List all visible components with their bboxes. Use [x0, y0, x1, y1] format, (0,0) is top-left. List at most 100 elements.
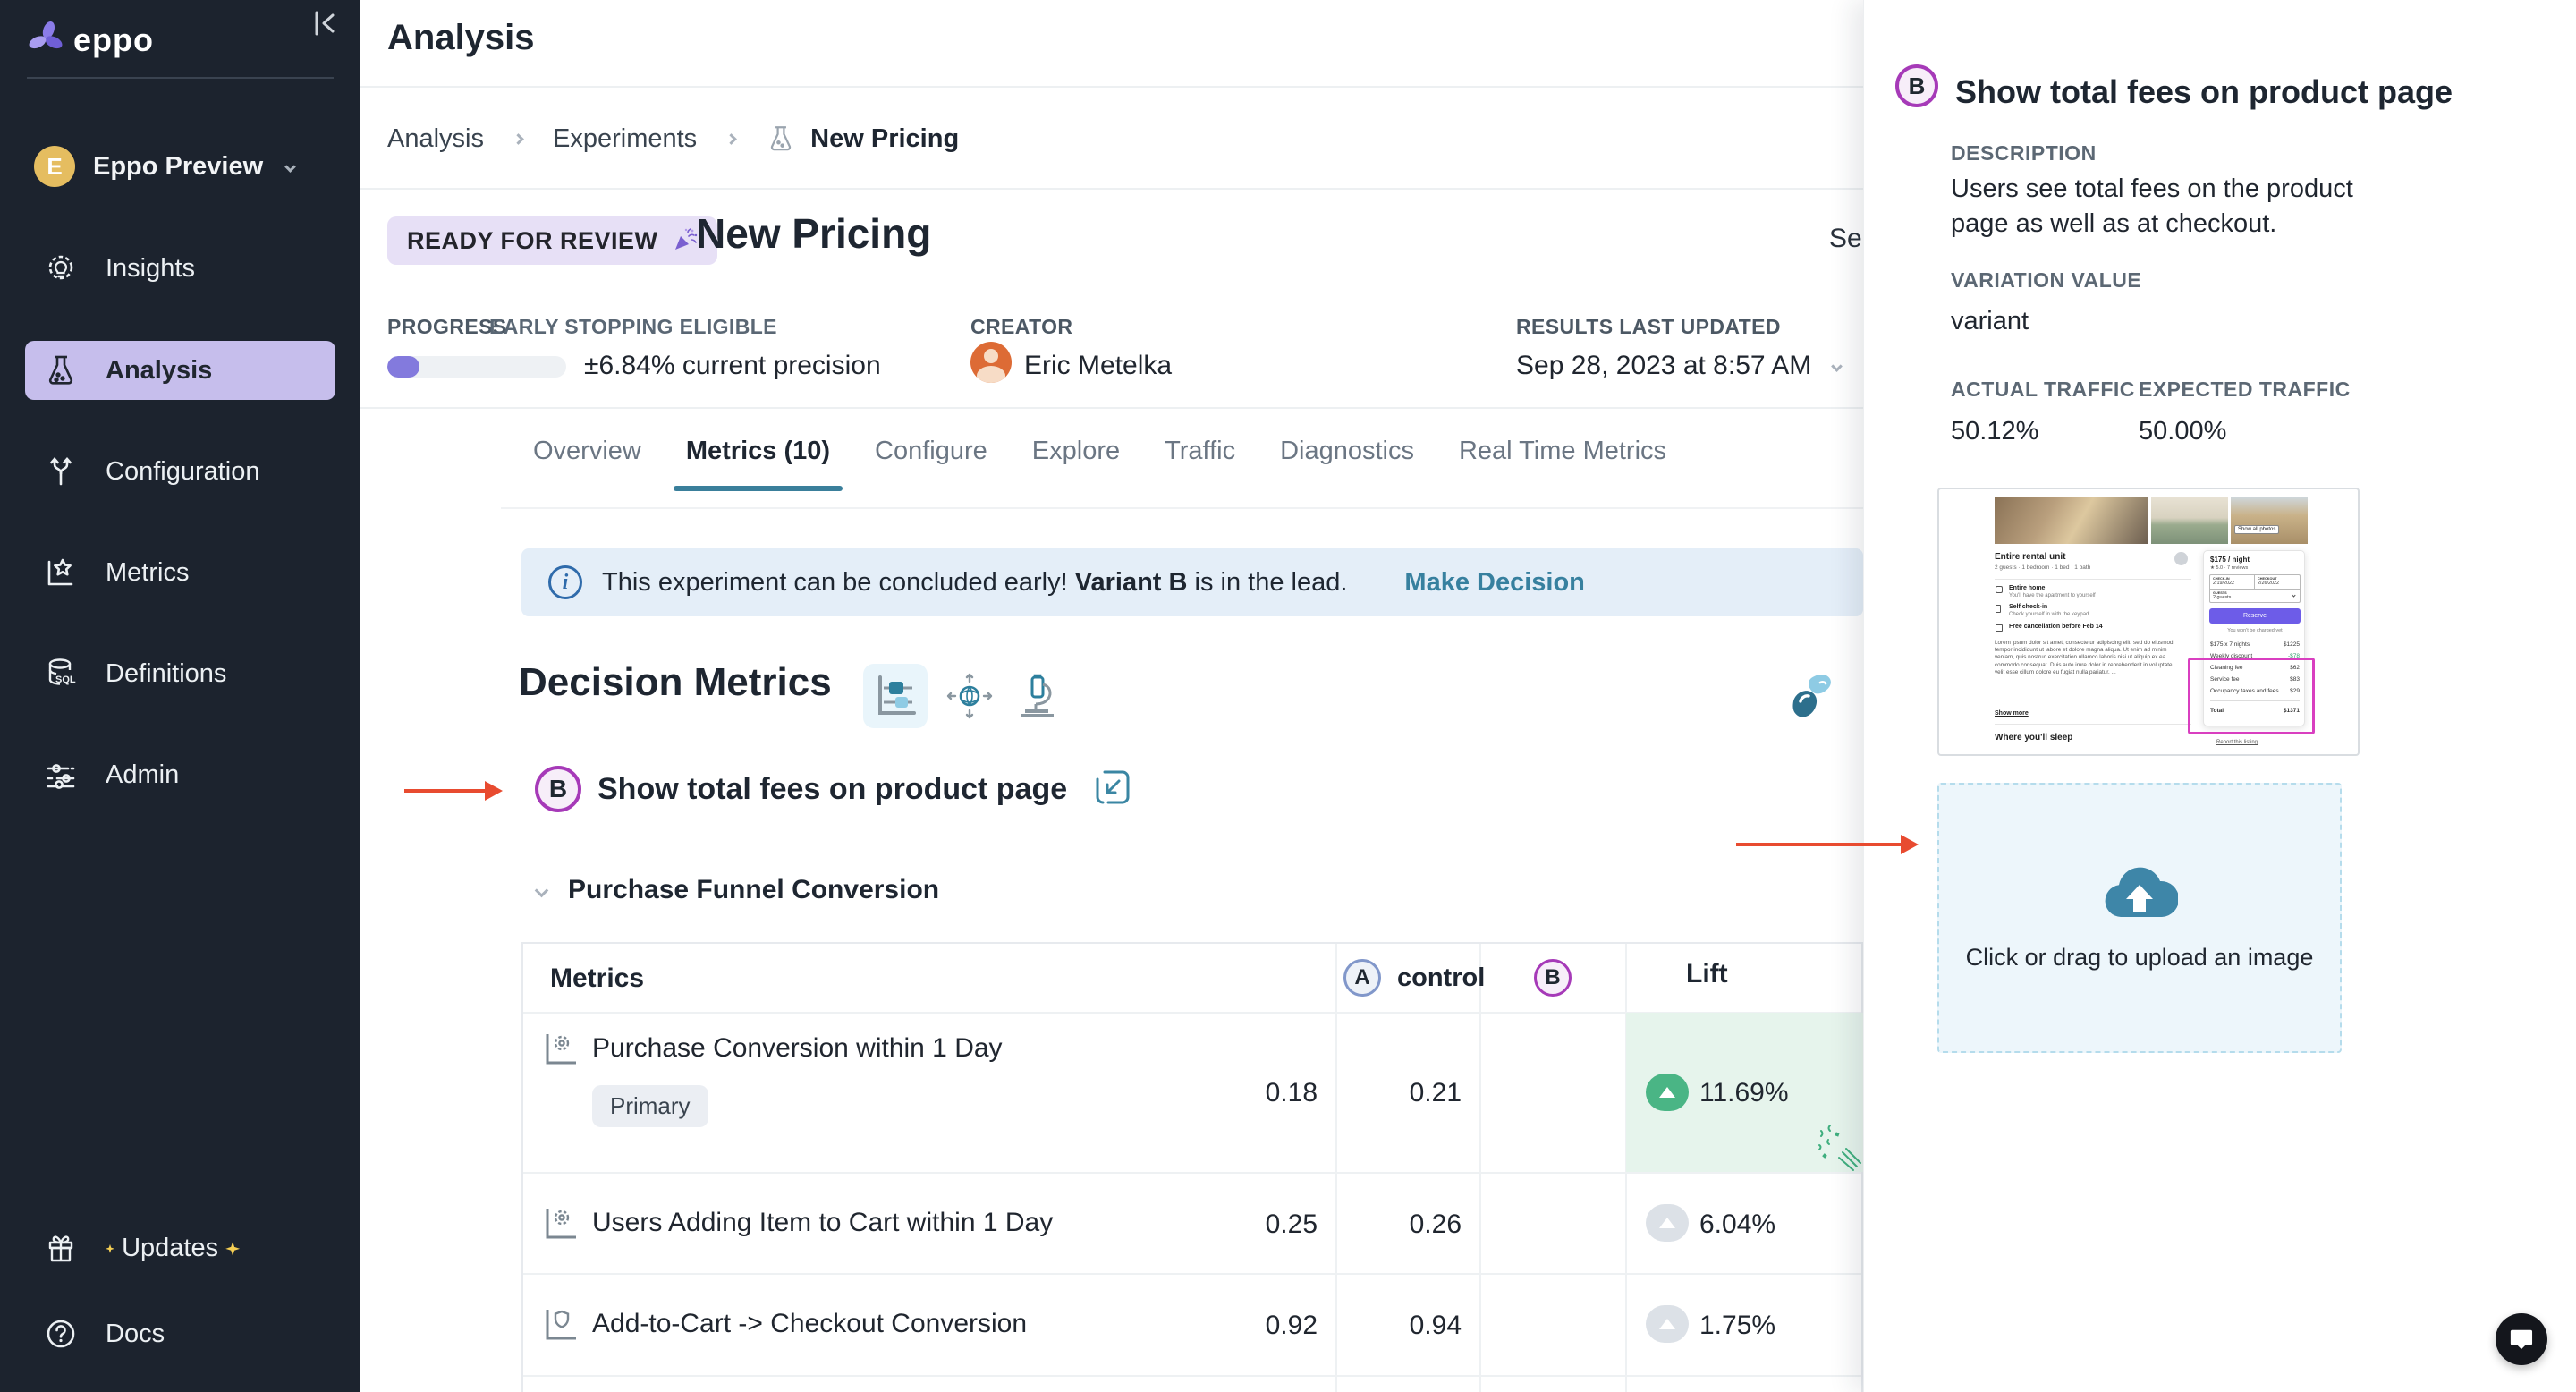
sidebar-item-label: Definitions: [106, 659, 226, 689]
divider: [1995, 724, 2191, 725]
amenity-title: Entire home: [2009, 585, 2045, 591]
creator-name: Eric Metelka: [1024, 351, 1172, 381]
decision-metrics-title: Decision Metrics: [519, 660, 832, 705]
sidebar-item-updates[interactable]: Updates: [25, 1218, 335, 1277]
row-divider: [523, 1273, 1861, 1275]
sidebar-collapse-icon[interactable]: [309, 7, 341, 39]
sidebar-item-label: Docs: [106, 1320, 165, 1349]
experiment-title: New Pricing: [696, 209, 931, 258]
account-name: Eppo Preview: [93, 152, 263, 182]
charged-note: You won't be charged yet: [2204, 628, 2306, 633]
amenity-sub: You'll have the apartment to yourself: [2009, 593, 2096, 598]
table-header-lift: Lift: [1686, 959, 1728, 989]
breadcrumb-experiments[interactable]: Experiments: [553, 124, 697, 154]
microscope-view-button[interactable]: [1006, 664, 1071, 728]
row-divider: [523, 1375, 1861, 1377]
creator-avatar: [970, 342, 1012, 383]
image-upload-dropzone[interactable]: Click or drag to upload an image: [1937, 783, 2342, 1053]
control-value: 0.25: [1210, 1210, 1318, 1240]
tab-bar: Overview Metrics (10) Configure Explore …: [533, 437, 1711, 491]
page-title: Analysis: [387, 18, 535, 58]
ci-plot-view-button[interactable]: [863, 664, 928, 728]
main-content: Analysis Analysis Experiments New Pricin…: [360, 0, 1863, 1392]
results-updated-label: RESULTS LAST UPDATED: [1516, 315, 1781, 339]
actual-traffic-label: ACTUAL TRAFFIC: [1951, 378, 2135, 402]
sidebar-item-admin[interactable]: Admin: [25, 745, 335, 804]
table-header-metrics: Metrics: [550, 963, 644, 994]
decision-metrics-table: Metrics A control B Lift: [521, 942, 1863, 1392]
star-chart-icon: [43, 555, 79, 590]
chevron-down-icon: [535, 883, 549, 897]
sparkle-icon: [106, 1244, 114, 1253]
breadcrumb-analysis[interactable]: Analysis: [387, 124, 484, 154]
sidebar-divider: [27, 77, 334, 79]
tab-traffic[interactable]: Traffic: [1165, 437, 1235, 491]
eppo-wordmark: eppo: [73, 21, 154, 59]
annotation-arrow-variant: [404, 789, 487, 793]
variant-title: Show total fees on product page: [597, 772, 1067, 807]
eppo-logo[interactable]: eppo: [27, 18, 334, 63]
variant-b-badge: B: [1534, 959, 1572, 997]
eppo-beans-icon[interactable]: [1784, 671, 1842, 734]
chevron-down-icon: [284, 161, 296, 173]
chevron-right-icon: [725, 133, 737, 145]
sidebar-item-insights[interactable]: Insights: [25, 239, 335, 298]
table-header-b: B: [1534, 959, 1572, 997]
tab-realtime[interactable]: Real Time Metrics: [1459, 437, 1666, 491]
tab-metrics[interactable]: Metrics (10): [686, 437, 830, 491]
account-switcher[interactable]: E Eppo Preview: [34, 143, 329, 190]
make-decision-link[interactable]: Make Decision: [1404, 568, 1584, 598]
section-label: Purchase Funnel Conversion: [568, 875, 939, 905]
precision-text: ±6.84% current precision: [584, 351, 881, 381]
chat-launcher-button[interactable]: [2496, 1313, 2547, 1365]
row-divider: [523, 1172, 1861, 1174]
sleep-heading: Where you'll sleep: [1995, 733, 2072, 743]
sidebar: eppo E Eppo Preview Insights: [0, 0, 360, 1392]
sidebar-item-analysis[interactable]: Analysis: [25, 341, 335, 400]
sidebar-item-label: Configuration: [106, 457, 260, 487]
divider: [360, 86, 1863, 88]
breadcrumb: Analysis Experiments New Pricing: [387, 123, 959, 154]
table-header-control: A control: [1343, 959, 1485, 997]
question-circle-icon: [43, 1316, 79, 1352]
results-updated-value[interactable]: Sep 28, 2023 at 8:57 AM: [1516, 351, 1841, 381]
variant-detail-drawer: B Show total fees on product page DESCRI…: [1863, 0, 2576, 1392]
sidebar-item-docs[interactable]: Docs: [25, 1304, 335, 1363]
tab-overview[interactable]: Overview: [533, 437, 641, 491]
sidebar-item-metrics[interactable]: Metrics: [25, 543, 335, 602]
tab-divider: [501, 507, 1863, 509]
sidebar-item-label: Updates: [106, 1234, 240, 1263]
listing-title: Entire rental unit: [1995, 552, 2065, 562]
checkin-box: CHECK-IN2/19/2022: [2209, 574, 2255, 590]
lift-up-icon: [1646, 1074, 1689, 1111]
fact-metric-icon: [542, 1203, 581, 1243]
banner-message: This experiment can be concluded early! …: [602, 568, 1347, 598]
tab-configure[interactable]: Configure: [875, 437, 987, 491]
show-more-link: Show more: [1995, 710, 2029, 717]
drawer-title: Show total fees on product page: [1955, 73, 2453, 111]
sliders-icon: [43, 757, 79, 793]
tab-explore[interactable]: Explore: [1032, 437, 1120, 491]
progress-bar-fill: [387, 356, 419, 378]
rating: ★ 5.0 · 7 reviews: [2210, 565, 2248, 571]
amenity-icon: [1996, 605, 2001, 613]
variant-screenshot-preview[interactable]: Show all photos Entire rental unit 2 gue…: [1937, 488, 2360, 756]
amenity-icon: [1996, 624, 2003, 632]
info-icon: i: [548, 565, 582, 599]
sidebar-item-definitions[interactable]: SQL Definitions: [25, 644, 335, 703]
variation-value-label: VARIATION VALUE: [1951, 268, 2141, 293]
section-purchase-funnel[interactable]: Purchase Funnel Conversion: [537, 875, 939, 905]
progress-bar: [387, 356, 566, 378]
tab-diagnostics[interactable]: Diagnostics: [1280, 437, 1414, 491]
guests-box: GUESTS2 guests: [2209, 590, 2301, 603]
report-listing-link: Report this listing: [2216, 740, 2258, 745]
account-avatar: E: [34, 146, 75, 187]
guardrail-metric-icon: [542, 1304, 581, 1344]
lift-up-icon: [1646, 1305, 1689, 1343]
open-panel-icon[interactable]: [1092, 767, 1133, 812]
sidebar-item-label: Metrics: [106, 558, 189, 588]
global-view-button[interactable]: [937, 664, 1002, 728]
treatment-value: 0.94: [1354, 1311, 1462, 1341]
variant-heading-row: B Show total fees on product page: [535, 766, 1133, 812]
sidebar-item-configuration[interactable]: Configuration: [25, 442, 335, 501]
